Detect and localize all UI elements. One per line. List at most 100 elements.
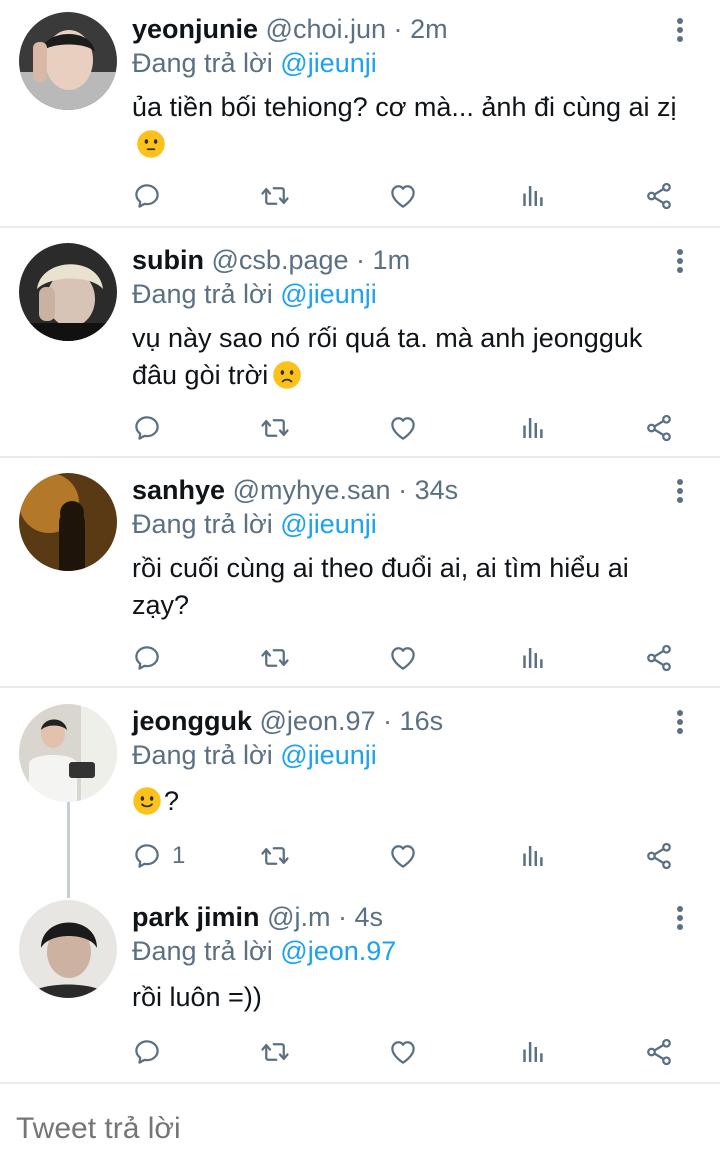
share-button[interactable] xyxy=(644,640,674,676)
retweet-button[interactable] xyxy=(260,1034,290,1070)
user-handle[interactable]: @j.m xyxy=(267,902,330,932)
share-button[interactable] xyxy=(644,178,674,214)
share-icon xyxy=(644,181,674,211)
tweet-time[interactable]: 34s xyxy=(415,475,459,505)
stats-icon xyxy=(517,181,547,211)
retweet-icon xyxy=(260,413,290,443)
user-name[interactable]: yeonjunie xyxy=(132,14,258,44)
reply-compose-bar xyxy=(0,1082,720,1171)
mention-link[interactable]: @jieunji xyxy=(280,509,376,539)
stats-icon xyxy=(517,841,547,871)
share-button[interactable] xyxy=(644,1034,674,1070)
frowning-face-icon xyxy=(272,360,302,390)
like-button[interactable] xyxy=(388,640,418,676)
tweet-actions xyxy=(0,1034,720,1070)
user-handle[interactable]: @jeon.97 xyxy=(260,706,376,736)
analytics-button[interactable] xyxy=(517,640,547,676)
tweet-actions: 1 xyxy=(0,838,720,874)
tweet-text: vụ này sao nó rối quá ta. mà anh jeonggu… xyxy=(132,323,643,390)
analytics-button[interactable] xyxy=(517,1034,547,1070)
user-handle[interactable]: @myhye.san xyxy=(233,475,391,505)
retweet-button[interactable] xyxy=(260,178,290,214)
tweet-sanhye[interactable]: sanhye @myhye.san · 34s Đang trả lời @ji… xyxy=(0,458,720,686)
tweet-header: subin @csb.page · 1m xyxy=(132,244,410,276)
tweet-header: jeongguk @jeon.97 · 16s xyxy=(132,705,443,737)
tweet-park-jimin[interactable]: park jimin @j.m · 4s Đang trả lời @jeon.… xyxy=(0,884,720,1080)
more-options-icon[interactable] xyxy=(668,902,692,934)
mention-link[interactable]: @jieunji xyxy=(280,279,376,309)
like-button[interactable] xyxy=(388,178,418,214)
reply-tweet-input[interactable] xyxy=(16,1112,696,1146)
tweet-text-block: ? xyxy=(132,783,692,820)
avatar[interactable] xyxy=(19,900,117,998)
more-options-icon[interactable] xyxy=(668,475,692,507)
mention-link[interactable]: @jieunji xyxy=(280,48,376,78)
reply-icon xyxy=(132,1037,162,1067)
like-button[interactable] xyxy=(388,838,418,874)
user-handle[interactable]: @choi.jun xyxy=(266,14,386,44)
hushed-face-icon xyxy=(136,129,166,159)
heart-icon xyxy=(388,413,418,443)
reply-icon xyxy=(132,841,162,871)
tweet-text: rồi cuối cùng ai theo đuổi ai, ai tìm hi… xyxy=(132,553,629,620)
retweet-button[interactable] xyxy=(260,640,290,676)
user-name[interactable]: sanhye xyxy=(132,475,225,505)
separator: · xyxy=(393,14,403,44)
replying-to-label: Đang trả lời xyxy=(132,936,273,966)
mention-link[interactable]: @jieunji xyxy=(280,740,376,770)
avatar[interactable] xyxy=(19,243,117,341)
analytics-button[interactable] xyxy=(517,410,547,446)
user-name[interactable]: park jimin xyxy=(132,902,260,932)
retweet-button[interactable] xyxy=(260,410,290,446)
separator: · xyxy=(383,706,393,736)
replying-to-label: Đang trả lời xyxy=(132,279,273,309)
tweet-actions xyxy=(0,178,720,214)
mention-link[interactable]: @jeon.97 xyxy=(280,936,396,966)
like-button[interactable] xyxy=(388,1034,418,1070)
retweet-icon xyxy=(260,1037,290,1067)
reply-button[interactable]: 1 xyxy=(132,838,185,874)
share-icon xyxy=(644,643,674,673)
avatar[interactable] xyxy=(19,12,117,110)
replying-to-label: Đang trả lời xyxy=(132,48,273,78)
replying-to-label: Đang trả lời xyxy=(132,740,273,770)
tweet-header: sanhye @myhye.san · 34s xyxy=(132,474,458,506)
tweet-text-block: rồi luôn =)) xyxy=(132,979,692,1016)
share-button[interactable] xyxy=(644,410,674,446)
user-handle[interactable]: @csb.page xyxy=(212,245,349,275)
replying-to: Đang trả lời @jieunji xyxy=(132,739,377,771)
tweet-text-block: vụ này sao nó rối quá ta. mà anh jeonggu… xyxy=(132,320,692,394)
tweet-yeonjunie[interactable]: yeonjunie @choi.jun · 2m Đang trả lời @j… xyxy=(0,0,720,226)
user-name[interactable]: subin xyxy=(132,245,204,275)
separator: · xyxy=(356,245,366,275)
tweet-jeongguk[interactable]: jeongguk @jeon.97 · 16s Đang trả lời @ji… xyxy=(0,688,720,882)
slightly-smiling-face-icon xyxy=(132,786,162,816)
share-icon xyxy=(644,413,674,443)
user-name[interactable]: jeongguk xyxy=(132,706,252,736)
replying-to: Đang trả lời @jieunji xyxy=(132,47,377,79)
more-options-icon[interactable] xyxy=(668,245,692,277)
reply-button[interactable] xyxy=(132,410,172,446)
heart-icon xyxy=(388,1037,418,1067)
tweet-time[interactable]: 2m xyxy=(410,14,448,44)
reply-button[interactable] xyxy=(132,640,172,676)
analytics-button[interactable] xyxy=(517,838,547,874)
avatar[interactable] xyxy=(19,704,117,802)
reply-button[interactable] xyxy=(132,1034,172,1070)
tweet-time[interactable]: 1m xyxy=(373,245,411,275)
like-button[interactable] xyxy=(388,410,418,446)
reply-button[interactable] xyxy=(132,178,172,214)
share-button[interactable] xyxy=(644,838,674,874)
retweet-button[interactable] xyxy=(260,838,290,874)
more-options-icon[interactable] xyxy=(668,14,692,46)
tweet-subin[interactable]: subin @csb.page · 1m Đang trả lời @jieun… xyxy=(0,228,720,456)
reply-icon xyxy=(132,413,162,443)
tweet-text: ủa tiền bối tehiong? cơ mà... ảnh đi cùn… xyxy=(132,92,677,122)
share-icon xyxy=(644,841,674,871)
tweet-time[interactable]: 16s xyxy=(400,706,444,736)
avatar[interactable] xyxy=(19,473,117,571)
analytics-button[interactable] xyxy=(517,178,547,214)
stats-icon xyxy=(517,1037,547,1067)
more-options-icon[interactable] xyxy=(668,706,692,738)
tweet-time[interactable]: 4s xyxy=(355,902,384,932)
